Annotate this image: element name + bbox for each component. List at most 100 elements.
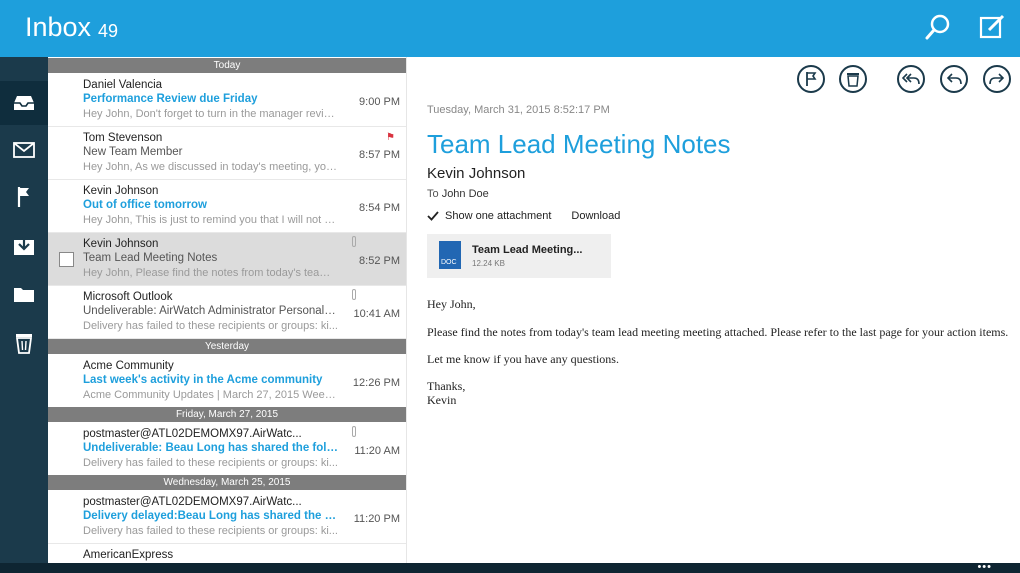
compose-icon [979,14,1005,39]
search-icon [925,14,950,40]
flag-button[interactable] [797,65,825,93]
recipient-line: To John Doe [427,188,489,200]
message-preview: Hey John, Don't forget to turn in the ma… [83,108,338,120]
message-subject: Delivery delayed:Beau Long has shared th… [83,510,338,522]
list-item[interactable]: Microsoft Outlook Undeliverable: AirWatc… [48,286,406,339]
word-document-icon: DOC [439,241,461,269]
message-preview: Delivery has failed to these recipients … [83,320,338,332]
message-list[interactable]: Today Daniel Valencia Performance Review… [48,57,406,563]
list-item[interactable]: postmaster@ATL02DEMOMX97.AirWatc... Unde… [48,423,406,476]
body-signature: Kevin [427,393,457,407]
message-preview: Delivery has failed to these recipients … [83,525,338,537]
flag-icon [806,72,817,86]
message-date: Tuesday, March 31, 2015 8:52:17 PM [427,104,610,116]
message-sender: Microsoft Outlook [83,291,173,303]
message-subject: New Team Member [83,146,183,158]
message-time: 8:54 PM [359,202,400,214]
message-sender: postmaster@ATL02DEMOMX97.AirWatc... [83,428,302,440]
title-bar: Inbox 49 [0,0,1020,57]
message-sender: AmericanExpress [83,549,174,561]
message-subject: Out of office tomorrow [83,199,207,211]
flag-icon: ⚑ [386,132,395,143]
forward-icon [989,73,1005,85]
message-time: 8:57 PM [359,149,400,161]
reading-pane: Tuesday, March 31, 2015 8:52:17 PM Team … [406,57,1020,563]
message-preview: Hey John, This is just to remind you tha… [83,214,338,226]
reply-icon [946,73,962,85]
forward-button[interactable] [983,65,1011,93]
message-time: 8:52 PM [359,255,400,267]
message-subject: Team Lead Meeting Notes [83,252,218,264]
list-item[interactable]: Daniel Valencia Performance Review due F… [48,74,406,127]
sidebar-item-flagged[interactable] [0,175,48,219]
compose-button[interactable] [975,10,1009,44]
message-subject: Performance Review due Friday [83,93,258,105]
attachment-icon [352,426,356,437]
show-attachment-link[interactable]: Show one attachment [445,210,551,222]
message-time: 11:20 PM [353,513,400,525]
date-separator: Wednesday, March 25, 2015 [48,475,406,490]
checkmark-icon [427,211,439,221]
body-line: Let me know if you have any questions. [427,352,619,366]
attachment-icon [352,289,356,300]
to-label: To [427,188,439,200]
message-title: Team Lead Meeting Notes [427,129,731,159]
reply-button[interactable] [940,65,968,93]
search-button[interactable] [921,10,955,44]
inbox-icon [14,96,34,110]
message-sender: Kevin Johnson [83,185,159,197]
list-item-selected[interactable]: Kevin Johnson Team Lead Meeting Notes He… [48,233,406,286]
date-separator: Yesterday [48,339,406,354]
sidebar-item-archive[interactable] [0,224,48,268]
attachment-icon [352,236,356,247]
delete-icon [847,72,859,87]
list-item[interactable]: postmaster@ATL02DEMOMX97.AirWatc... Deli… [48,491,406,544]
message-preview: Hey John, Please find the notes from tod… [83,267,338,279]
attachment-card[interactable]: DOC Team Lead Meeting... 12.24 KB [427,234,611,278]
sidebar-item-mail[interactable] [0,128,48,172]
trash-icon [15,334,33,354]
recipient-name[interactable]: John Doe [442,188,489,200]
attachment-size: 12.24 KB [472,259,505,268]
message-sender: Tom Stevenson [83,132,163,144]
page-title: Inbox [25,12,92,42]
message-time: 11:20 AM [354,445,400,457]
flag-icon [17,187,29,207]
body-closing: Thanks, [427,379,466,393]
sidebar-item-trash[interactable] [0,321,48,365]
list-item[interactable]: Tom Stevenson ⚑ New Team Member Hey John… [48,127,406,180]
attachment-name: Team Lead Meeting... [472,244,583,256]
download-link[interactable]: Download [571,210,620,222]
sidebar-item-folders[interactable] [0,272,48,316]
select-checkbox[interactable] [59,252,74,267]
reply-all-icon [902,73,920,85]
message-time: 12:26 PM [352,377,400,389]
message-subject: Last week's activity in the Acme communi… [83,374,323,386]
unread-count: 49 [98,21,119,41]
mail-icon [13,142,35,158]
message-sender: Kevin Johnson [83,238,159,250]
message-sender: Acme Community [83,360,174,372]
delete-button[interactable] [839,65,867,93]
attachment-toolbar: Show one attachment Download [427,210,620,222]
reply-all-button[interactable] [897,65,925,93]
message-preview: Delivery has failed to these recipients … [83,457,338,469]
list-item[interactable]: Acme Community Last week's activity in t… [48,355,406,408]
body-line: Please find the notes from today's team … [427,325,1009,339]
message-time: 9:00 PM [359,96,400,108]
message-subject: Undeliverable: Beau Long has shared the … [83,442,338,454]
more-options-button[interactable]: ••• [977,561,992,573]
message-sender: Daniel Valencia [83,79,163,91]
sidebar-item-inbox[interactable] [0,81,48,125]
list-item[interactable]: Kevin Johnson Out of office tomorrow Hey… [48,180,406,233]
message-preview: Acme Community Updates | March 27, 2015 … [83,389,338,401]
message-time: 10:41 AM [353,308,400,320]
app-bar: ••• [0,561,1020,573]
message-sender: postmaster@ATL02DEMOMX97.AirWatc... [83,496,302,508]
date-separator: Today [48,58,406,73]
message-subject: Undeliverable: AirWatch Administrator Pe… [83,305,338,317]
list-item[interactable]: AmericanExpress [48,544,406,563]
folder-icon [14,288,34,302]
sidebar [0,57,48,563]
message-sender: Kevin Johnson [427,165,526,182]
